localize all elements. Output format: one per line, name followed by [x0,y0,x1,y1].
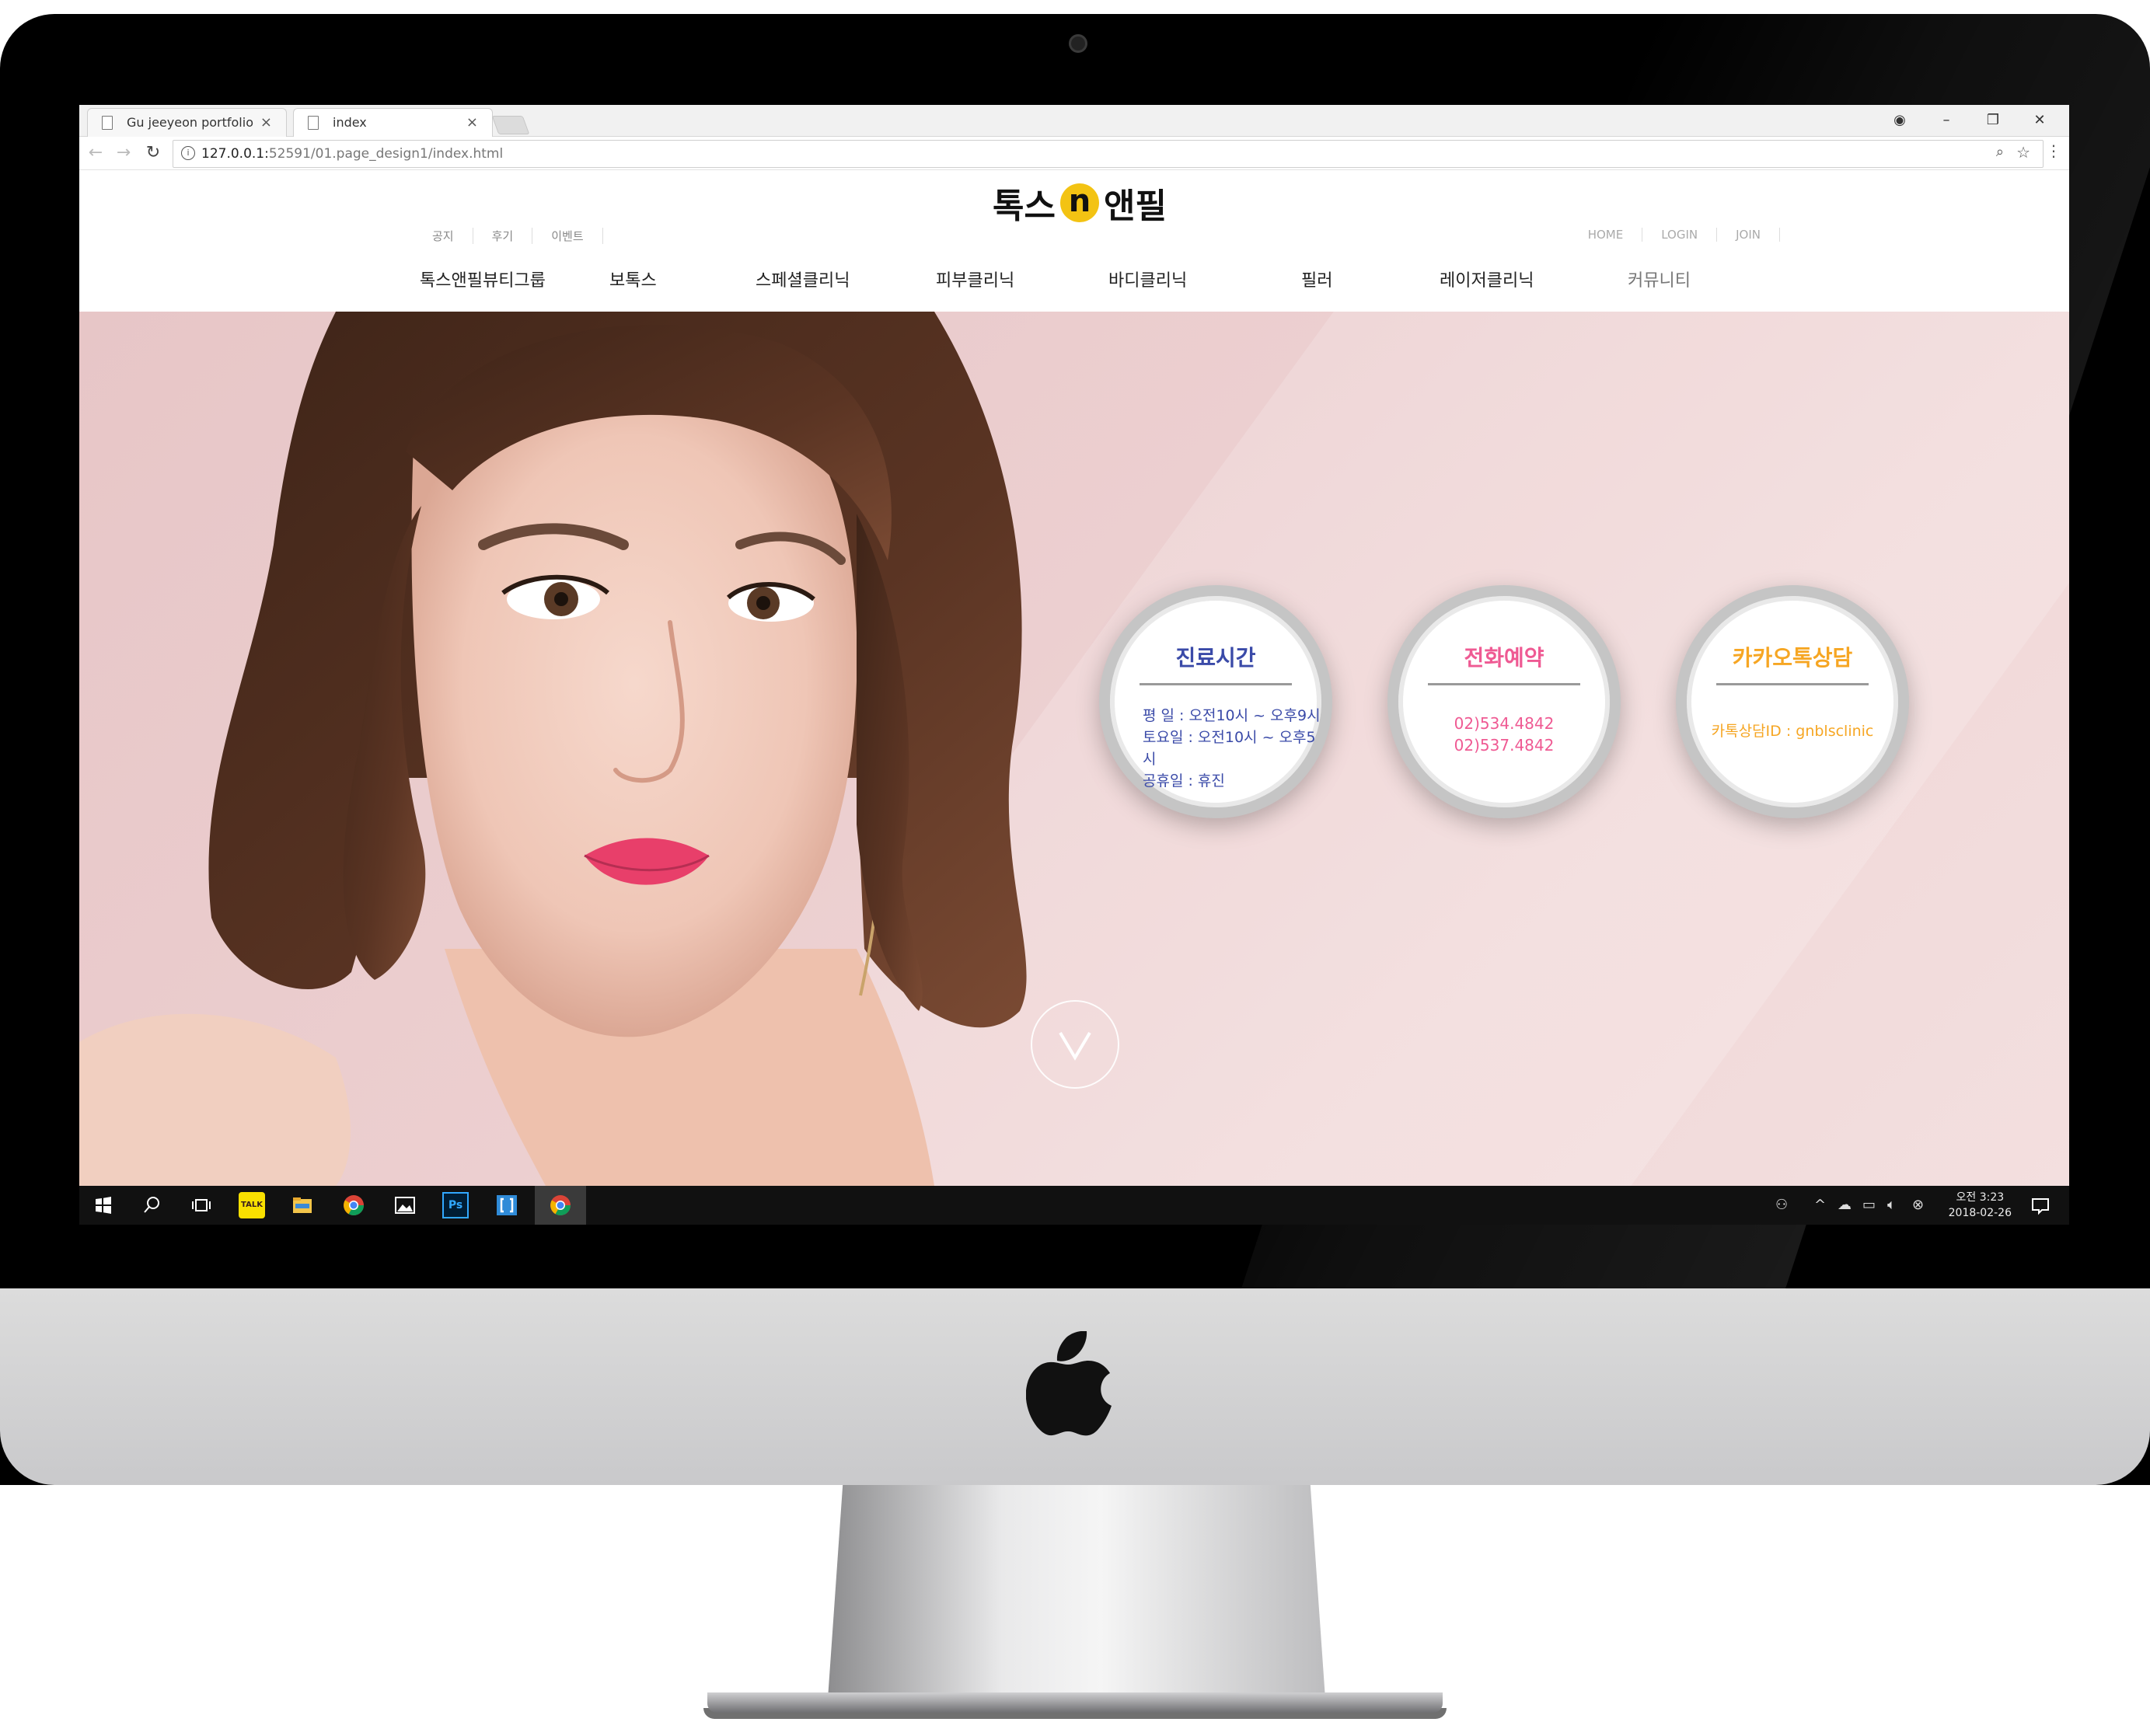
back-icon[interactable]: ← [84,141,107,165]
main-navigation: 톡스앤필뷰티그룹 보톡스 스페셜클리닉 피부클리닉 바디클리닉 필러 레이저클리… [415,267,1861,298]
browser-toolbar: ← → ↻ i 127.0.0.1:52591/01.page_design1/… [79,137,2069,170]
link-home[interactable]: HOME [1569,228,1643,242]
nav-item-skin-clinic[interactable]: 피부클리닉 [936,267,1014,291]
bookmark-star-icon[interactable]: ☆ [2016,143,2030,162]
tab-label: Gu jeeyeon portfolio [127,115,253,130]
kakaotalk-icon[interactable]: TALK [239,1192,265,1218]
nav-item-laser-clinic[interactable]: 레이저클리닉 [1440,267,1534,291]
divider [1428,683,1580,685]
chevron-down-icon [1059,1031,1091,1061]
forward-icon[interactable]: → [112,141,135,165]
info-circle-hours[interactable]: 진료시간 평 일 : 오전10시 ~ 오후9시 토요일 : 오전10시 ~ 오후… [1099,585,1332,818]
hours-saturday: 토요일 : 오전10시 ~ 오후5시 [1143,729,1316,768]
close-tab-icon[interactable]: × [260,109,272,137]
close-tab-icon[interactable]: × [466,109,478,137]
phone-body: 02)534.4842 02)537.4842 [1398,713,1610,756]
camera-icon [1069,34,1087,53]
site-logo[interactable]: 톡스 n 앤필 [993,180,1167,226]
kakao-id: 카톡상담ID : gnblsclinic [1711,723,1874,740]
restore-button[interactable]: ❐ [1970,105,2016,136]
nav-item-body-clinic[interactable]: 바디클리닉 [1108,267,1187,291]
tab-index[interactable]: index × [293,108,493,137]
info-icon[interactable]: i [181,146,195,160]
imac-chin [0,1288,2150,1485]
photos-icon[interactable] [392,1192,418,1218]
divider [1716,683,1869,685]
nav-item-special-clinic[interactable]: 스페셜클리닉 [756,267,850,291]
hours-body: 평 일 : 오전10시 ~ 오후9시 토요일 : 오전10시 ~ 오후5시 공휴… [1110,705,1321,792]
imac-frame: Gu jeeyeon portfolio × index × ◉ – ❐ ✕ ←… [0,14,2150,1485]
tab-portfolio[interactable]: Gu jeeyeon portfolio × [87,108,287,137]
phone-number-1: 02)534.4842 [1454,714,1555,733]
brackets-icon[interactable] [494,1192,520,1218]
logo-text-left: 톡스 [993,186,1056,226]
link-events[interactable]: 이벤트 [532,228,603,244]
notification-icon[interactable] [2027,1192,2054,1218]
reload-icon[interactable]: ↻ [141,141,165,165]
address-bar[interactable]: i 127.0.0.1:52591/01.page_design1/index.… [173,140,2044,168]
divider [1140,683,1292,685]
logo-mark: n [1059,183,1099,222]
minimize-button[interactable]: – [1923,105,1970,136]
clock-time: 오전 3:23 [1956,1191,2005,1204]
chevron-up-icon[interactable]: ^ [1814,1186,1826,1225]
nav-item-community[interactable]: 커뮤니티 [1628,267,1691,291]
link-login[interactable]: LOGIN [1642,228,1718,242]
people-icon[interactable]: ⚇ [1775,1186,1788,1225]
screen: Gu jeeyeon portfolio × index × ◉ – ❐ ✕ ←… [79,105,2069,1225]
hours-title: 진료시간 [1175,645,1256,671]
utility-links: 공지 후기 이벤트 [414,228,603,244]
tab-label: index [333,115,367,130]
browser-menu-icon[interactable]: ⋮ [2046,141,2061,160]
scroll-down-button[interactable] [1031,1000,1119,1089]
photoshop-icon[interactable]: Ps [442,1192,469,1218]
browser-tab-bar: Gu jeeyeon portfolio × index × ◉ – ❐ ✕ [79,105,2069,137]
close-window-button[interactable]: ✕ [2016,105,2063,136]
info-circle-phone[interactable]: 전화예약 02)534.4842 02)537.4842 [1387,585,1621,818]
imac-stand [828,1485,1325,1699]
clock-date: 2018-02-26 [1948,1207,2012,1219]
link-join[interactable]: JOIN [1717,228,1780,242]
phone-title: 전화예약 [1464,645,1544,671]
info-circle-kakaotalk[interactable]: 카카오톡상담 카톡상담ID : gnblsclinic [1676,585,1909,818]
chrome-icon[interactable] [340,1192,367,1218]
nav-item-botox[interactable]: 보톡스 [609,267,657,291]
system-clock[interactable]: 오전 3:23 2018-02-26 [1949,1190,2012,1221]
logo-text-right: 앤필 [1103,186,1167,226]
hours-holiday: 공휴일 : 휴진 [1143,772,1225,790]
site-header: 톡스 n 앤필 공지 후기 이벤트 HOME LOGIN JOIN 톡스앤필뷰티… [79,170,2069,312]
apple-logo-icon [1026,1331,1112,1436]
chrome-icon[interactable] [547,1192,574,1218]
task-view-icon[interactable] [188,1192,215,1218]
network-icon[interactable]: ▭ [1862,1186,1876,1225]
cloud-icon[interactable]: ☁ [1838,1186,1852,1225]
volume-icon[interactable]: 🔈︎ [1887,1186,1896,1225]
zoom-icon[interactable]: ⌕ [1996,144,2004,160]
new-tab-button[interactable] [491,116,530,134]
hero-banner: 진료시간 평 일 : 오전10시 ~ 오후9시 토요일 : 오전10시 ~ 오후… [79,312,2069,1186]
imac-stand-base [707,1692,1443,1713]
windows-start-icon[interactable] [90,1192,117,1218]
account-links: HOME LOGIN JOIN [1569,228,1780,242]
link-reviews[interactable]: 후기 [473,228,533,244]
kakao-body: 카톡상담ID : gnblsclinic [1687,720,1898,742]
nav-item-beauty-group[interactable]: 톡스앤필뷰티그룹 [420,267,546,291]
page-icon [308,116,319,130]
nav-item-filler[interactable]: 필러 [1301,267,1332,291]
phone-number-2: 02)537.4842 [1454,736,1555,755]
file-explorer-icon[interactable] [289,1192,316,1218]
profile-icon[interactable]: ◉ [1876,105,1923,136]
windows-taskbar: TALK Ps ⚇ ^ ☁ ▭ 🔈︎ ⊗ 오전 3:23 2018-02-26 [79,1186,2069,1225]
model-portrait-image [79,312,1027,1186]
url-text: 127.0.0.1:52591/01.page_design1/index.ht… [201,146,504,162]
kakao-title: 카카오톡상담 [1732,645,1853,671]
ime-icon[interactable]: ⊗ [1912,1186,1924,1225]
hours-weekday: 평 일 : 오전10시 ~ 오후9시 [1143,707,1321,724]
page-icon [102,116,113,130]
link-notice[interactable]: 공지 [414,228,473,244]
search-icon[interactable] [138,1192,165,1218]
